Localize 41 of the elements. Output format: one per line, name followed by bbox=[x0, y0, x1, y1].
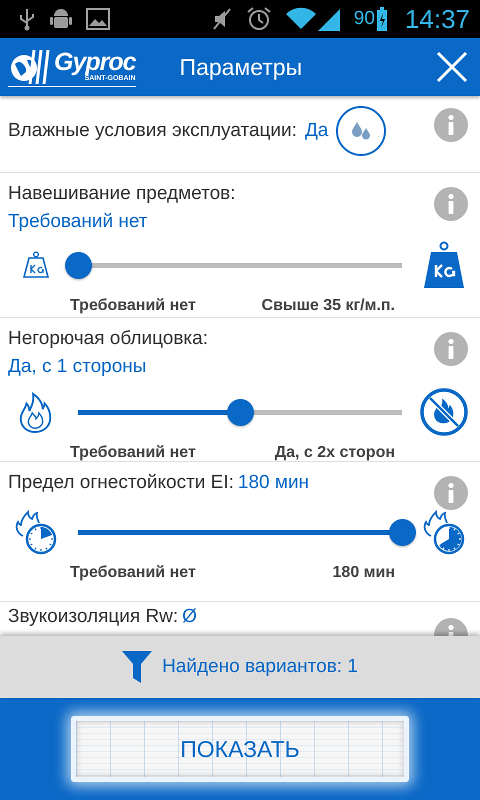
slider-thumb[interactable] bbox=[389, 518, 416, 546]
option-value: Да, с 1 стороны bbox=[8, 356, 148, 378]
slider-max-label: Свыше 35 кг/м.п. bbox=[262, 297, 395, 315]
slider-min-label: Требований нет bbox=[70, 297, 196, 315]
slider-thumb[interactable] bbox=[65, 252, 92, 278]
slider-thumb[interactable] bbox=[227, 398, 254, 426]
slider-min-label: Требований нет bbox=[70, 444, 196, 461]
option-value: Требований нет bbox=[8, 211, 148, 233]
fire-clock-icon bbox=[13, 508, 59, 556]
option-value: Ø bbox=[182, 606, 197, 628]
slider-min-label: Требований нет bbox=[70, 564, 196, 582]
option-value: 180 мин bbox=[238, 472, 310, 494]
signal-icon bbox=[318, 7, 340, 31]
image-icon bbox=[86, 8, 110, 30]
no-fire-icon bbox=[420, 388, 468, 436]
option-label: Предел огнестойкости EI: bbox=[8, 472, 234, 494]
battery-icon bbox=[376, 7, 387, 31]
show-button[interactable]: ПОКАЗАТЬ bbox=[71, 716, 409, 782]
slider-max-label: Да, с 2х сторон bbox=[274, 444, 395, 461]
mute-icon bbox=[212, 7, 232, 31]
moisture-toggle-button[interactable] bbox=[336, 106, 386, 156]
option-label: Негорючая облицовка: bbox=[8, 328, 208, 349]
screen-title: Параметры bbox=[180, 54, 304, 80]
option-label: Звукоизоляция Rw: bbox=[8, 606, 178, 628]
option-value: Да bbox=[304, 120, 328, 142]
globe-icon bbox=[8, 48, 52, 84]
weight-icon bbox=[23, 251, 49, 279]
clock-time: 14:37 bbox=[404, 4, 470, 34]
option-label: Навешивание предметов: bbox=[8, 183, 236, 204]
battery-percent: 90 bbox=[354, 8, 375, 30]
logo-text: Gyproc bbox=[54, 50, 136, 74]
usb-icon bbox=[18, 7, 36, 31]
alarm-icon bbox=[246, 6, 272, 32]
fire-clock-icon bbox=[421, 508, 467, 556]
slider-max-label: 180 мин bbox=[332, 564, 395, 582]
wifi-icon bbox=[286, 7, 316, 31]
option-label: Влажные условия эксплуатации: bbox=[8, 120, 297, 142]
weight-icon bbox=[422, 241, 466, 289]
filter-icon bbox=[122, 651, 152, 683]
close-button[interactable] bbox=[434, 49, 470, 85]
results-count: Найдено вариантов: 1 bbox=[162, 656, 358, 678]
